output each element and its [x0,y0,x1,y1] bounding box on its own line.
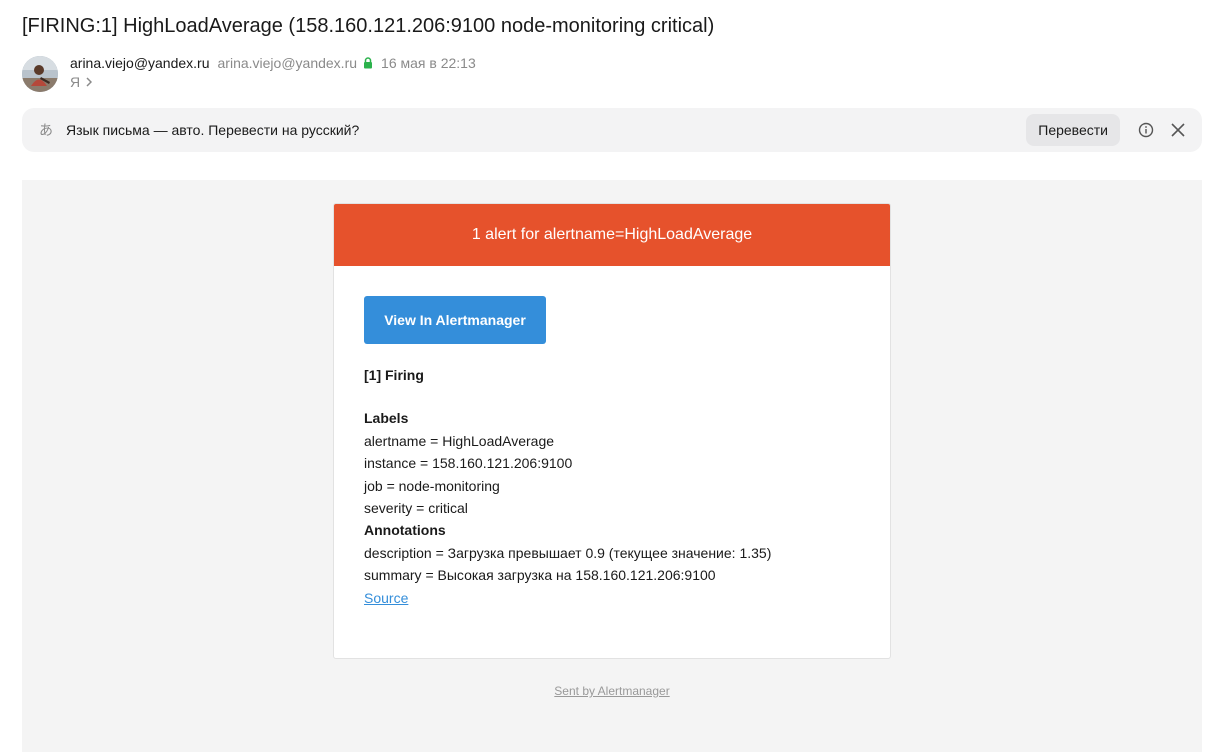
email-subject: [FIRING:1] HighLoadAverage (158.160.121.… [22,15,715,37]
label-item: alertname = HighLoadAverage [364,432,555,449]
close-icon[interactable] [1162,114,1194,146]
avatar[interactable] [22,56,58,92]
alert-card: 1 alert for alertname=HighLoadAverage Vi… [333,203,891,659]
email-body: 1 alert for alertname=HighLoadAverage Vi… [22,180,1202,752]
annotation-item: description = Загрузка превышает 0.9 (те… [364,544,772,561]
sent-date: 16 мая в 22:13 [381,55,476,71]
chevron-right-icon [86,77,93,87]
sender-block: arina.viejo@yandex.ru arina.viejo@yandex… [22,54,476,94]
label-item: job = node-monitoring [364,477,500,494]
labels-title: Labels [364,410,409,427]
view-in-alertmanager-button[interactable]: View In Alertmanager [364,296,546,344]
sender-name[interactable]: arina.viejo@yandex.ru [70,55,210,71]
source-link[interactable]: Source [364,590,408,606]
lock-icon [363,57,373,69]
sender-email[interactable]: arina.viejo@yandex.ru [218,55,358,71]
footer-link[interactable]: Sent by Alertmanager [554,684,669,698]
label-item: severity = critical [364,500,468,517]
alert-header: 1 alert for alertname=HighLoadAverage [334,204,890,266]
recipient-label: Я [70,74,81,90]
translate-icon: あ [38,121,56,139]
translate-prompt: Язык письма — авто. Перевести на русский… [66,122,360,138]
annotations-title: Annotations [364,522,446,539]
info-icon[interactable] [1130,114,1162,146]
translate-bar: あ Язык письма — авто. Перевести на русск… [22,108,1202,152]
translate-button[interactable]: Перевести [1026,114,1120,146]
svg-text:あ: あ [39,123,53,139]
recipients-toggle[interactable]: Я [70,73,476,91]
label-item: instance = 158.160.121.206:9100 [364,455,573,472]
firing-title: [1] Firing [364,367,424,383]
annotation-item: summary = Высокая загрузка на 158.160.12… [364,567,716,584]
